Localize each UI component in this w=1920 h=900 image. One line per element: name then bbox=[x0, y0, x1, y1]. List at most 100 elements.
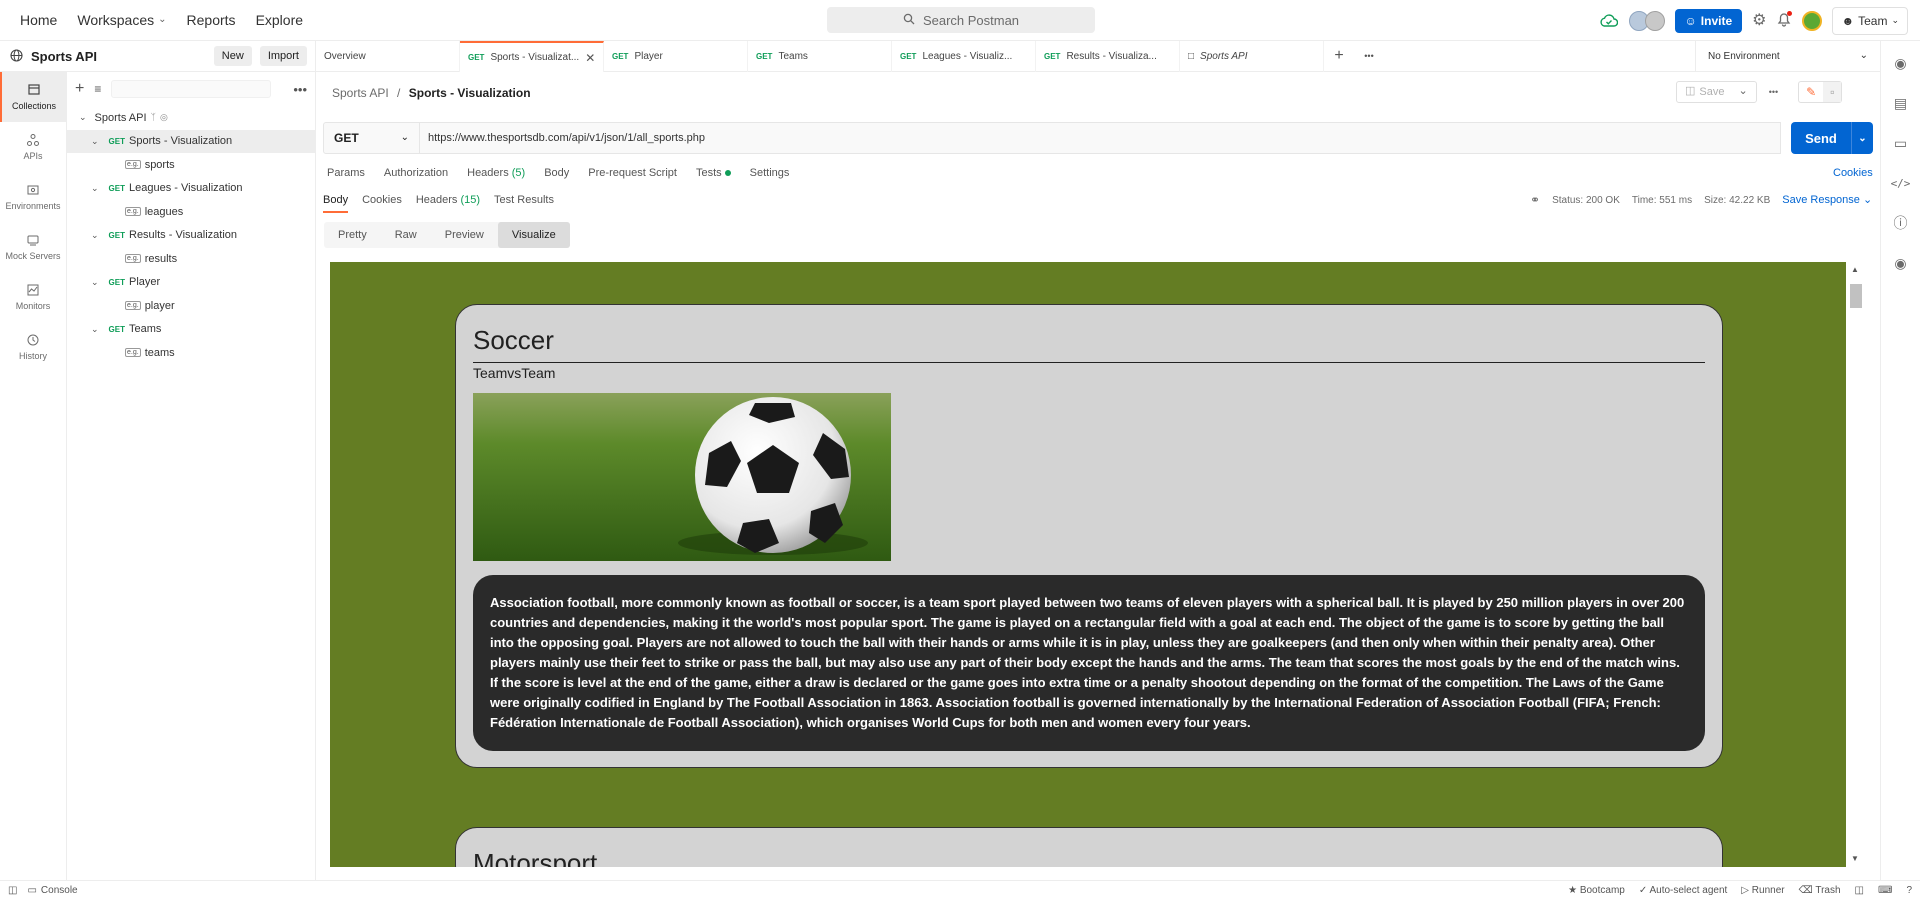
tabs-more-button[interactable]: ••• bbox=[1354, 41, 1384, 71]
response-tab-body[interactable]: Body bbox=[323, 194, 349, 213]
workspace-title[interactable]: Sports API bbox=[31, 49, 97, 64]
send-button[interactable]: Send ⌄ bbox=[1791, 122, 1873, 154]
scroll-up-icon[interactable]: ▲ bbox=[1851, 266, 1859, 274]
import-button[interactable]: Import bbox=[259, 46, 307, 66]
invite-button[interactable]: ☺ Invite bbox=[1674, 8, 1743, 33]
tree-example[interactable]: e.g. results bbox=[67, 247, 315, 271]
size-text[interactable]: Size: 42.22 KB bbox=[1704, 195, 1770, 206]
sport-title: Soccer bbox=[473, 305, 1705, 363]
tab-leagues-visualization[interactable]: GET Leagues - Visualiz... bbox=[892, 41, 1036, 72]
lightbulb-icon[interactable]: ◉ bbox=[1894, 243, 1906, 283]
status-text[interactable]: Status: 200 OK bbox=[1552, 195, 1620, 206]
tree-request[interactable]: ⌄ GET Results - Visualization bbox=[67, 224, 315, 248]
tree-example[interactable]: e.g. sports bbox=[67, 153, 315, 177]
tree-request[interactable]: ⌄ GET Sports - Visualization bbox=[67, 129, 315, 153]
save-response-button[interactable]: Save Response ⌄ bbox=[1782, 194, 1872, 206]
nav-reports[interactable]: Reports bbox=[177, 12, 246, 28]
tab-prerequest[interactable]: Pre-request Script bbox=[588, 167, 677, 179]
rail-mock-servers[interactable]: Mock Servers bbox=[0, 222, 66, 272]
more-icon[interactable]: ••• bbox=[293, 83, 307, 96]
tree-request[interactable]: ⌄ GET Leagues - Visualization bbox=[67, 177, 315, 201]
tree-example[interactable]: e.g. teams bbox=[67, 341, 315, 365]
info-icon[interactable]: ⓘ bbox=[1894, 203, 1908, 243]
view-raw[interactable]: Raw bbox=[381, 222, 431, 248]
breadcrumb-current[interactable]: Sports - Visualization bbox=[409, 86, 531, 100]
user-avatar[interactable] bbox=[1802, 10, 1823, 31]
tab-sports-api[interactable]: □ Sports API bbox=[1180, 41, 1324, 72]
rail-collections[interactable]: Collections bbox=[0, 72, 66, 122]
time-text[interactable]: Time: 551 ms bbox=[1632, 195, 1692, 206]
more-icon[interactable]: ••• bbox=[1769, 87, 1778, 97]
new-button[interactable]: New bbox=[213, 46, 252, 66]
agent-button[interactable]: ✓ Auto-select agent bbox=[1639, 885, 1727, 896]
tab-overview[interactable]: Overview bbox=[316, 41, 460, 72]
tree-filter-input[interactable] bbox=[111, 80, 272, 98]
tab-teams[interactable]: GET Teams bbox=[748, 41, 892, 72]
comments-icon[interactable]: ▭ bbox=[1894, 123, 1907, 163]
nav-home[interactable]: Home bbox=[10, 12, 67, 28]
rail-monitors[interactable]: Monitors bbox=[0, 272, 66, 322]
plus-icon[interactable]: + bbox=[75, 81, 84, 97]
help-icon[interactable]: ? bbox=[1906, 885, 1912, 896]
eye-icon[interactable]: ◉ bbox=[1894, 43, 1906, 83]
nav-explore[interactable]: Explore bbox=[246, 12, 313, 28]
notifications-button[interactable] bbox=[1776, 11, 1793, 30]
tree-request[interactable]: ⌄ GET Player bbox=[67, 271, 315, 295]
tab-authorization[interactable]: Authorization bbox=[384, 167, 448, 179]
team-button[interactable]: ☻ Team ⌄ bbox=[1832, 6, 1908, 35]
response-tab-headers[interactable]: Headers (15) bbox=[416, 194, 480, 213]
view-preview[interactable]: Preview bbox=[431, 222, 498, 248]
edit-icon[interactable]: ✎ bbox=[1799, 82, 1823, 102]
globe-icon[interactable]: ⚭ bbox=[1530, 194, 1540, 206]
tree-example[interactable]: e.g. player bbox=[67, 294, 315, 318]
tab-body[interactable]: Body bbox=[544, 167, 569, 179]
method-select[interactable]: GET ⌄ bbox=[323, 122, 420, 154]
sidebar-toggle-icon[interactable]: ◫ bbox=[8, 885, 17, 896]
response-tab-test-results[interactable]: Test Results bbox=[494, 194, 554, 213]
response-tab-cookies[interactable]: Cookies bbox=[362, 194, 402, 213]
tree-request[interactable]: ⌄ GET Teams bbox=[67, 318, 315, 342]
sync-status-icon[interactable] bbox=[1599, 11, 1619, 31]
tab-sports-visualization[interactable]: GET Sports - Visualizat... ✕ bbox=[460, 41, 604, 72]
view-visualize[interactable]: Visualize bbox=[497, 222, 570, 248]
fork-icon: ᛉ bbox=[150, 112, 156, 123]
close-icon[interactable]: ✕ bbox=[585, 52, 595, 64]
scroll-down-icon[interactable]: ▼ bbox=[1851, 855, 1859, 863]
tab-params[interactable]: Params bbox=[327, 167, 365, 179]
filter-icon[interactable]: ≡ bbox=[94, 83, 101, 95]
tab-results-visualization[interactable]: GET Results - Visualiza... bbox=[1036, 41, 1180, 72]
tree-example[interactable]: e.g. leagues bbox=[67, 200, 315, 224]
breadcrumb-parent[interactable]: Sports API bbox=[332, 86, 389, 100]
search-input[interactable]: Search Postman bbox=[827, 7, 1095, 33]
rail-history[interactable]: History bbox=[0, 322, 66, 372]
documentation-icon[interactable]: ▤ bbox=[1894, 83, 1907, 123]
view-mode-tabs: Pretty Raw Preview Visualize bbox=[324, 222, 570, 248]
team-avatars[interactable] bbox=[1628, 10, 1665, 31]
keyboard-icon[interactable]: ⌨ bbox=[1878, 885, 1892, 896]
gear-icon[interactable]: ⚙ bbox=[1752, 12, 1766, 29]
comment-icon[interactable]: ▫ bbox=[1823, 82, 1842, 102]
url-input[interactable]: https://www.thesportsdb.com/api/v1/json/… bbox=[420, 122, 1781, 154]
bootcamp-button[interactable]: ★ Bootcamp bbox=[1568, 885, 1625, 896]
chevron-down-icon[interactable]: ⌄ bbox=[1851, 122, 1873, 154]
tree-collection[interactable]: ⌄ Sports API ᛉ ◎ bbox=[67, 106, 315, 130]
runner-button[interactable]: ▷ Runner bbox=[1741, 885, 1784, 896]
tab-headers[interactable]: Headers (5) bbox=[467, 167, 525, 179]
code-icon[interactable]: </> bbox=[1891, 163, 1911, 203]
tab-player[interactable]: GET Player bbox=[604, 41, 748, 72]
tab-tests[interactable]: Tests bbox=[696, 167, 731, 179]
rail-environments[interactable]: Environments bbox=[0, 172, 66, 222]
visualize-scrollbar[interactable]: ▲ ▼ bbox=[1846, 262, 1865, 867]
console-button[interactable]: ▭ Console bbox=[27, 885, 77, 896]
save-button[interactable]: ◫ Save ⌄ bbox=[1676, 81, 1757, 103]
view-pretty[interactable]: Pretty bbox=[324, 222, 381, 248]
new-tab-button[interactable]: + bbox=[1324, 41, 1354, 71]
rail-apis[interactable]: APIs bbox=[0, 122, 66, 172]
layout-icon[interactable]: ◫ bbox=[1855, 885, 1864, 896]
environment-select[interactable]: No Environment ⌄ bbox=[1695, 41, 1880, 72]
trash-button[interactable]: ⌫ Trash bbox=[1799, 885, 1841, 896]
scrollbar-thumb[interactable] bbox=[1850, 284, 1862, 308]
cookies-link[interactable]: Cookies bbox=[1833, 167, 1873, 179]
nav-workspaces[interactable]: Workspaces ⌄ bbox=[67, 12, 176, 28]
tab-settings[interactable]: Settings bbox=[750, 167, 790, 179]
